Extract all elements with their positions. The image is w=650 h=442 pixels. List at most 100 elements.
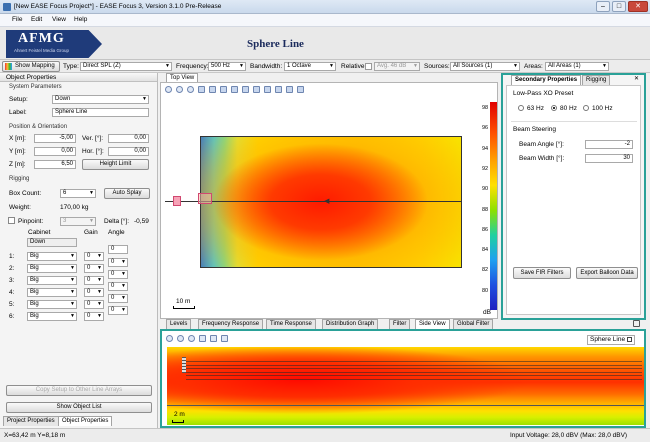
tab-global-filter[interactable]: Global Filter [453, 319, 494, 329]
colorbar-tick: 92 [482, 165, 489, 172]
chevron-down-icon: ▼ [70, 265, 75, 271]
gain-select[interactable]: 0 ▼ [84, 288, 104, 297]
menu-edit[interactable]: Edit [31, 16, 42, 23]
auto-splay-button[interactable]: Auto Splay [104, 188, 150, 199]
areas-select[interactable]: All Areas (1) ▼ [545, 62, 609, 71]
gain-select[interactable]: 0 ▼ [84, 312, 104, 321]
scale-bar [173, 306, 195, 309]
label-input[interactable]: Sphere Line [52, 108, 149, 117]
tab-project-properties[interactable]: Project Properties [3, 416, 59, 426]
relative-checkbox[interactable] [365, 63, 372, 70]
menu-help[interactable]: Help [74, 16, 87, 23]
cube-icon[interactable] [253, 86, 260, 93]
beam-width-input[interactable]: 30 [585, 154, 633, 163]
radio-63hz[interactable] [518, 105, 524, 111]
tab-rigging[interactable]: Rigging [582, 75, 611, 85]
angle-select[interactable]: 0 ▼ [108, 282, 128, 291]
side-view-heatmap [167, 347, 644, 425]
select-icon[interactable] [198, 86, 205, 93]
gain-select[interactable]: 0 ▼ [84, 252, 104, 261]
angle-select[interactable]: 0 ▼ [108, 258, 128, 267]
box-count-select[interactable]: 6 ▼ [60, 189, 96, 198]
tab-filter[interactable]: Filter [389, 319, 411, 329]
line-icon[interactable] [275, 86, 282, 93]
cabinet-select[interactable]: Big ▼ [27, 288, 77, 297]
copy-setup-button: Copy Setup to Other Line Arrays [6, 385, 152, 396]
zoom-out-icon[interactable] [176, 86, 183, 93]
line-array-marker[interactable] [173, 196, 181, 206]
zoom-fit-icon[interactable] [188, 335, 195, 342]
ver-input[interactable]: 0,00 [108, 134, 149, 143]
divider [511, 121, 637, 122]
hor-input[interactable]: 0,00 [108, 147, 149, 156]
y-input[interactable]: 0,00 [34, 147, 76, 156]
radio-80hz[interactable] [551, 105, 557, 111]
speaker-box-icon[interactable] [198, 193, 212, 204]
zoom-in-icon[interactable] [166, 335, 173, 342]
tab-object-properties[interactable]: Object Properties [58, 416, 113, 426]
row-number: 4: [9, 289, 15, 296]
shape-icon[interactable] [231, 86, 238, 93]
pen-icon[interactable] [286, 86, 293, 93]
area-icon[interactable] [242, 86, 249, 93]
x-input[interactable]: -5,00 [34, 134, 76, 143]
pin-icon[interactable] [297, 86, 304, 93]
cabinet-select[interactable]: Big ▼ [27, 312, 77, 321]
weight-label: Weight: [9, 204, 31, 211]
grid-icon[interactable] [264, 86, 271, 93]
menu-view[interactable]: View [52, 16, 66, 23]
z-input[interactable]: 6,50 [34, 160, 76, 169]
zoom-in-icon[interactable] [165, 86, 172, 93]
maximize-button[interactable]: □ [612, 1, 626, 12]
tab-top-view[interactable]: Top View [166, 73, 199, 82]
minimize-button[interactable]: – [596, 1, 610, 12]
system-parameters-heading: System Parameters [9, 84, 62, 90]
bandwidth-select[interactable]: 1 Octave ▼ [284, 62, 336, 71]
zoom-fit-icon[interactable] [187, 86, 194, 93]
frequency-select[interactable]: 500 Hz ▼ [208, 62, 246, 71]
axis-icon[interactable] [199, 335, 206, 342]
cabinet-select[interactable]: Big ▼ [27, 252, 77, 261]
close-button[interactable]: ✕ [628, 1, 648, 12]
tab-frequency-response[interactable]: Frequency Response [198, 319, 264, 329]
tab-distribution-graph[interactable]: Distribution Graph [322, 319, 379, 329]
line-icon[interactable] [210, 335, 217, 342]
radio-100hz[interactable] [583, 105, 589, 111]
angle-select[interactable]: 0 ▼ [108, 294, 128, 303]
pinpoint-checkbox[interactable] [8, 217, 15, 224]
pinpoint-select: 3 ▼ [60, 217, 96, 226]
tab-levels[interactable]: Levels [166, 319, 192, 329]
ver-label: Ver. [°]: [82, 135, 104, 142]
lock-icon[interactable] [633, 320, 640, 327]
save-fir-filters-button[interactable]: Save FIR Filters [513, 267, 571, 279]
plane-icon[interactable] [220, 86, 227, 93]
type-select[interactable]: Direct SPL (Z) ▼ [80, 62, 172, 71]
radio-100hz-label: 100 Hz [592, 105, 613, 112]
export-balloon-data-button[interactable]: Export Balloon Data [576, 267, 638, 279]
cabinet-select[interactable]: Big ▼ [27, 264, 77, 273]
side-scale-label: 2 m [174, 411, 185, 418]
tab-time-response[interactable]: Time Response [266, 319, 316, 329]
angle-select[interactable]: 0 ▼ [108, 306, 128, 315]
height-limit-button[interactable]: Height Limit [82, 159, 149, 170]
cabinet-select[interactable]: Big ▼ [27, 276, 77, 285]
close-panel-icon[interactable]: ✕ [634, 75, 639, 82]
angle-select[interactable]: 0 ▼ [108, 270, 128, 279]
cabinet-select[interactable]: Big ▼ [27, 300, 77, 309]
show-object-list-button[interactable]: Show Object List [6, 402, 152, 413]
gain-select[interactable]: 0 ▼ [84, 264, 104, 273]
sources-select[interactable]: All Sources (1) ▼ [450, 62, 520, 71]
box-3d-icon[interactable] [209, 86, 216, 93]
tab-side-view[interactable]: Side View [415, 319, 450, 329]
show-mapping-button[interactable]: Show Mapping [2, 61, 60, 72]
zoom-out-icon[interactable] [177, 335, 184, 342]
setup-select[interactable]: Down ▼ [52, 95, 149, 104]
beam-angle-input[interactable]: -2 [585, 140, 633, 149]
gain-select[interactable]: 0 ▼ [84, 300, 104, 309]
tab-secondary-properties[interactable]: Secondary Properties [511, 75, 582, 85]
menu-file[interactable]: File [12, 16, 22, 23]
angle-input-top[interactable]: 0 [108, 245, 128, 254]
pin-icon[interactable] [221, 335, 228, 342]
gain-select[interactable]: 0 ▼ [84, 276, 104, 285]
colorbar-tick: 96 [482, 125, 489, 132]
